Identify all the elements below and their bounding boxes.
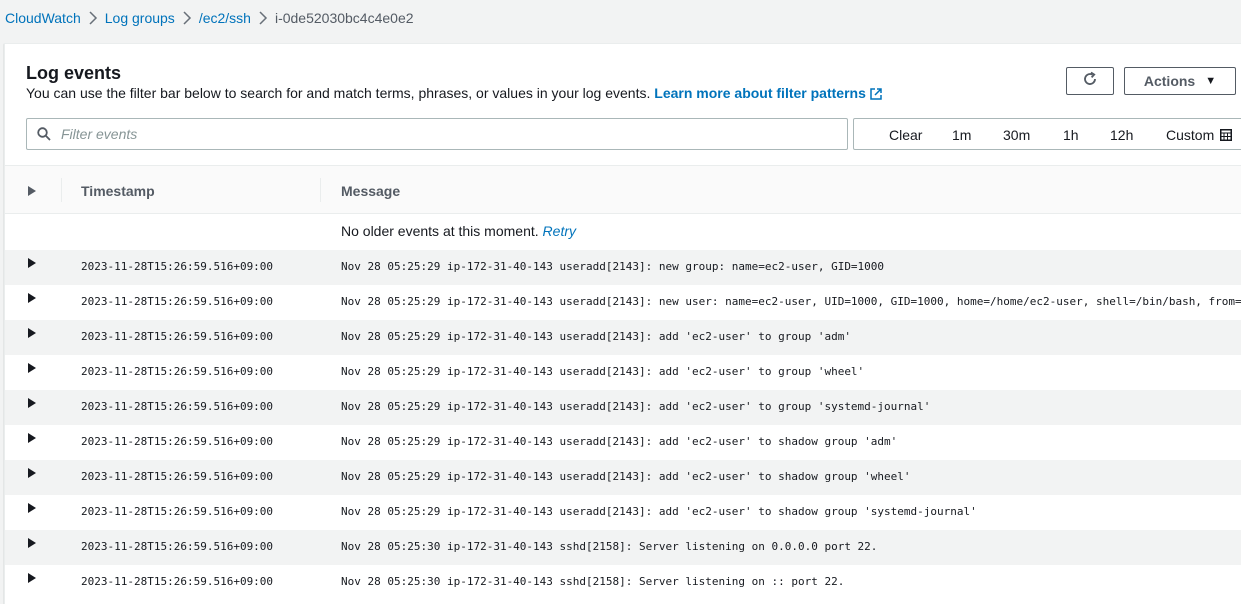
chevron-right-icon: [175, 10, 199, 26]
expand-row-icon[interactable]: [28, 328, 36, 341]
column-header-message[interactable]: Message: [341, 183, 400, 199]
table-row[interactable]: 2023-11-28T15:26:59.516+09:00 Nov 28 05:2…: [5, 390, 1241, 425]
filter-events-input[interactable]: [59, 125, 823, 143]
row-timestamp: 2023-11-28T15:26:59.516+09:00: [81, 435, 274, 448]
range-1m[interactable]: 1m: [952, 127, 971, 143]
breadcrumb-log-groups[interactable]: Log groups: [105, 10, 175, 26]
expand-row-icon[interactable]: [28, 398, 36, 411]
row-timestamp: 2023-11-28T15:26:59.516+09:00: [81, 365, 274, 378]
search-icon: [37, 127, 51, 141]
table-row[interactable]: 2023-11-28T15:26:59.516+09:00 Nov 28 05:2…: [5, 285, 1241, 320]
row-timestamp: 2023-11-28T15:26:59.516+09:00: [81, 505, 274, 518]
range-custom-label: Custom: [1166, 127, 1215, 143]
row-message: Nov 28 05:25:29 ip-172-31-40-143 useradd…: [341, 400, 931, 413]
row-timestamp: 2023-11-28T15:26:59.516+09:00: [81, 470, 274, 483]
table-header: Timestamp Message: [5, 165, 1241, 214]
row-timestamp: 2023-11-28T15:26:59.516+09:00: [81, 400, 274, 413]
row-timestamp: 2023-11-28T15:26:59.516+09:00: [81, 295, 274, 308]
table-row[interactable]: 2023-11-28T15:26:59.516+09:00 Nov 28 05:2…: [5, 250, 1241, 285]
expand-row-icon[interactable]: [28, 503, 36, 516]
log-events-panel: Log events You can use the filter bar be…: [4, 43, 1241, 604]
expand-row-icon[interactable]: [28, 538, 36, 551]
table-row[interactable]: 2023-11-28T15:26:59.516+09:00 Nov 28 05:2…: [5, 565, 1241, 600]
row-timestamp: 2023-11-28T15:26:59.516+09:00: [81, 330, 274, 343]
table-row[interactable]: 2023-11-28T15:26:59.516+09:00 Nov 28 05:2…: [5, 495, 1241, 530]
expand-row-icon[interactable]: [28, 293, 36, 306]
retry-link[interactable]: Retry: [543, 223, 576, 239]
range-30m[interactable]: 30m: [1003, 127, 1030, 143]
column-divider: [61, 178, 62, 202]
time-range-selector: Clear 1m 30m 1h 12h Custom: [853, 118, 1241, 150]
row-message: Nov 28 05:25:29 ip-172-31-40-143 useradd…: [341, 330, 851, 343]
row-timestamp: 2023-11-28T15:26:59.516+09:00: [81, 575, 274, 588]
caret-down-icon: ▼: [1205, 75, 1217, 87]
row-message: Nov 28 05:25:29 ip-172-31-40-143 useradd…: [341, 505, 977, 518]
refresh-icon: [1082, 71, 1098, 92]
calendar-icon: [1220, 127, 1233, 143]
range-12h[interactable]: 12h: [1110, 127, 1133, 143]
range-custom[interactable]: Custom: [1166, 127, 1233, 143]
expand-row-icon[interactable]: [28, 258, 36, 271]
row-timestamp: 2023-11-28T15:26:59.516+09:00: [81, 260, 274, 273]
no-older-events-text: No older events at this moment.: [341, 223, 539, 239]
row-message: Nov 28 05:25:29 ip-172-31-40-143 useradd…: [341, 295, 1241, 308]
table-row[interactable]: 2023-11-28T15:26:59.516+09:00 Nov 28 05:2…: [5, 530, 1241, 565]
panel-description: You can use the filter bar below to sear…: [26, 85, 882, 103]
panel-description-text: You can use the filter bar below to sear…: [26, 85, 651, 101]
row-message: Nov 28 05:25:30 ip-172-31-40-143 sshd[21…: [341, 540, 878, 553]
row-message: Nov 28 05:25:29 ip-172-31-40-143 useradd…: [341, 260, 885, 273]
clear-button[interactable]: Clear: [889, 127, 922, 143]
log-event-rows: 2023-11-28T15:26:59.516+09:00 Nov 28 05:2…: [5, 250, 1241, 600]
expand-row-icon[interactable]: [28, 468, 36, 481]
expand-row-icon[interactable]: [28, 573, 36, 586]
chevron-right-icon: [81, 10, 105, 26]
table-row[interactable]: 2023-11-28T15:26:59.516+09:00 Nov 28 05:2…: [5, 320, 1241, 355]
chevron-right-icon: [251, 10, 275, 26]
table-row[interactable]: 2023-11-28T15:26:59.516+09:00 Nov 28 05:2…: [5, 425, 1241, 460]
expand-row-icon[interactable]: [28, 433, 36, 446]
row-message: Nov 28 05:25:29 ip-172-31-40-143 useradd…: [341, 365, 865, 378]
column-divider: [320, 178, 321, 202]
table-row[interactable]: 2023-11-28T15:26:59.516+09:00 Nov 28 05:2…: [5, 460, 1241, 495]
actions-button[interactable]: Actions ▼: [1124, 67, 1236, 95]
breadcrumb-cloudwatch[interactable]: CloudWatch: [5, 10, 81, 26]
filter-events-box[interactable]: [26, 118, 848, 150]
expand-row-icon[interactable]: [28, 363, 36, 376]
learn-more-link-label: Learn more about filter patterns: [654, 85, 866, 101]
no-older-events-notice: No older events at this moment. Retry: [341, 223, 576, 239]
learn-more-link[interactable]: Learn more about filter patterns: [654, 85, 882, 101]
panel-title: Log events: [26, 63, 122, 83]
breadcrumb: CloudWatch Log groups /ec2/ssh i-0de5203…: [0, 0, 1241, 36]
row-message: Nov 28 05:25:29 ip-172-31-40-143 useradd…: [341, 435, 898, 448]
column-header-timestamp[interactable]: Timestamp: [81, 183, 155, 199]
external-link-icon: [870, 87, 882, 103]
row-timestamp: 2023-11-28T15:26:59.516+09:00: [81, 540, 274, 553]
row-message: Nov 28 05:25:30 ip-172-31-40-143 sshd[21…: [341, 575, 845, 588]
breadcrumb-current: i-0de52030bc4c4e0e2: [274, 10, 414, 26]
refresh-button[interactable]: [1066, 67, 1114, 95]
actions-button-label: Actions: [1143, 73, 1196, 89]
table-row[interactable]: 2023-11-28T15:26:59.516+09:00 Nov 28 05:2…: [5, 355, 1241, 390]
expand-all-icon[interactable]: [28, 183, 36, 199]
row-message: Nov 28 05:25:29 ip-172-31-40-143 useradd…: [341, 470, 911, 483]
breadcrumb-log-group[interactable]: /ec2/ssh: [199, 10, 251, 26]
range-1h[interactable]: 1h: [1063, 127, 1079, 143]
